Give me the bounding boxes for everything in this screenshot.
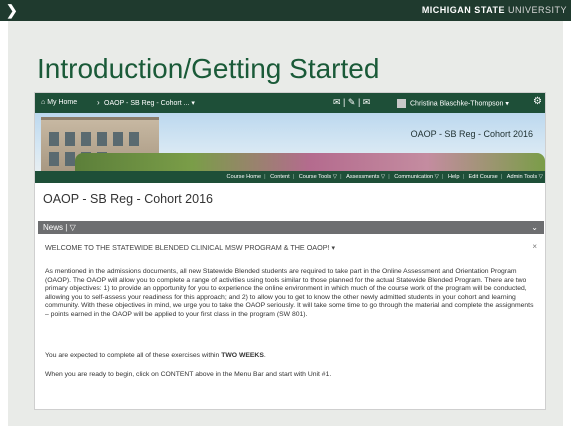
slide-header-bar: ❯ MICHIGAN STATE UNIVERSITY	[0, 0, 571, 21]
news-header-label: News	[43, 223, 64, 232]
breadcrumb-separator: ›	[97, 98, 100, 107]
avatar	[397, 99, 406, 108]
message-alert-icon[interactable]: ✉	[333, 97, 341, 107]
banner-title: OAOP - SB Reg - Cohort 2016	[410, 129, 533, 139]
course-page-screenshot: ⌂ My Home › OAOP - SB Reg - Cohort ... ▾…	[34, 92, 546, 410]
news-widget-header: News | ▽ ⌄	[38, 221, 544, 234]
my-home-label: My Home	[47, 99, 78, 106]
notification-icons[interactable]: ✉ | ✎ | ✉	[333, 97, 370, 108]
user-menu[interactable]: Christina Blaschke-Thompson ▾	[397, 99, 509, 108]
news-header-menu[interactable]: | ▽	[65, 223, 75, 232]
nav-admin-tools[interactable]: Admin Tools ▽	[507, 174, 543, 180]
course-banner: OAOP - SB Reg - Cohort 2016	[35, 113, 545, 171]
course-toolbar: Course Home | Content | Course Tools ▽ | As…	[35, 171, 545, 183]
user-name: Christina Blaschke-Thompson ▾	[410, 100, 509, 108]
news-paragraph-deadline: You are expected to complete all of thes…	[45, 352, 266, 359]
news-item-headline: WELCOME TO THE STATEWIDE BLENDED CLINICA…	[45, 243, 336, 252]
d2l-navbar: ⌂ My Home › OAOP - SB Reg - Cohort ... ▾…	[35, 93, 545, 113]
chevron-right-icon: ❯	[6, 2, 18, 18]
slide-title: Introduction/Getting Started	[37, 53, 380, 84]
nav-course-home[interactable]: Course Home	[227, 174, 262, 180]
close-icon[interactable]: ×	[532, 242, 537, 251]
nav-course-tools[interactable]: Course Tools ▽	[299, 174, 337, 180]
course-selector[interactable]: OAOP - SB Reg - Cohort ... ▾	[104, 99, 195, 107]
nav-assessments[interactable]: Assessments ▽	[346, 174, 385, 180]
news-widget-body: WELCOME TO THE STATEWIDE BLENDED CLINICA…	[38, 234, 544, 409]
gear-icon[interactable]: ⚙	[533, 96, 542, 107]
update-alert-icon[interactable]: ✉	[363, 97, 371, 107]
chevron-down-icon[interactable]: ⌄	[531, 221, 538, 234]
nav-help[interactable]: Help	[448, 174, 460, 180]
course-title: OAOP - SB Reg - Cohort 2016	[43, 192, 213, 206]
nav-communication[interactable]: Communication ▽	[394, 174, 439, 180]
subscription-alert-icon[interactable]: ✎	[348, 97, 356, 107]
news-paragraph-instructions: When you are ready to begin, click on CO…	[45, 371, 332, 378]
nav-edit-course[interactable]: Edit Course	[469, 174, 498, 180]
news-item-menu[interactable]: ▾	[331, 243, 335, 252]
my-home-link[interactable]: ⌂ My Home	[41, 99, 77, 106]
nav-content[interactable]: Content	[270, 174, 290, 180]
banner-trees-image	[75, 153, 545, 171]
news-paragraph-intro: As mentioned in the admissions documents…	[45, 268, 534, 318]
university-wordmark: MICHIGAN STATE UNIVERSITY	[421, 5, 567, 15]
